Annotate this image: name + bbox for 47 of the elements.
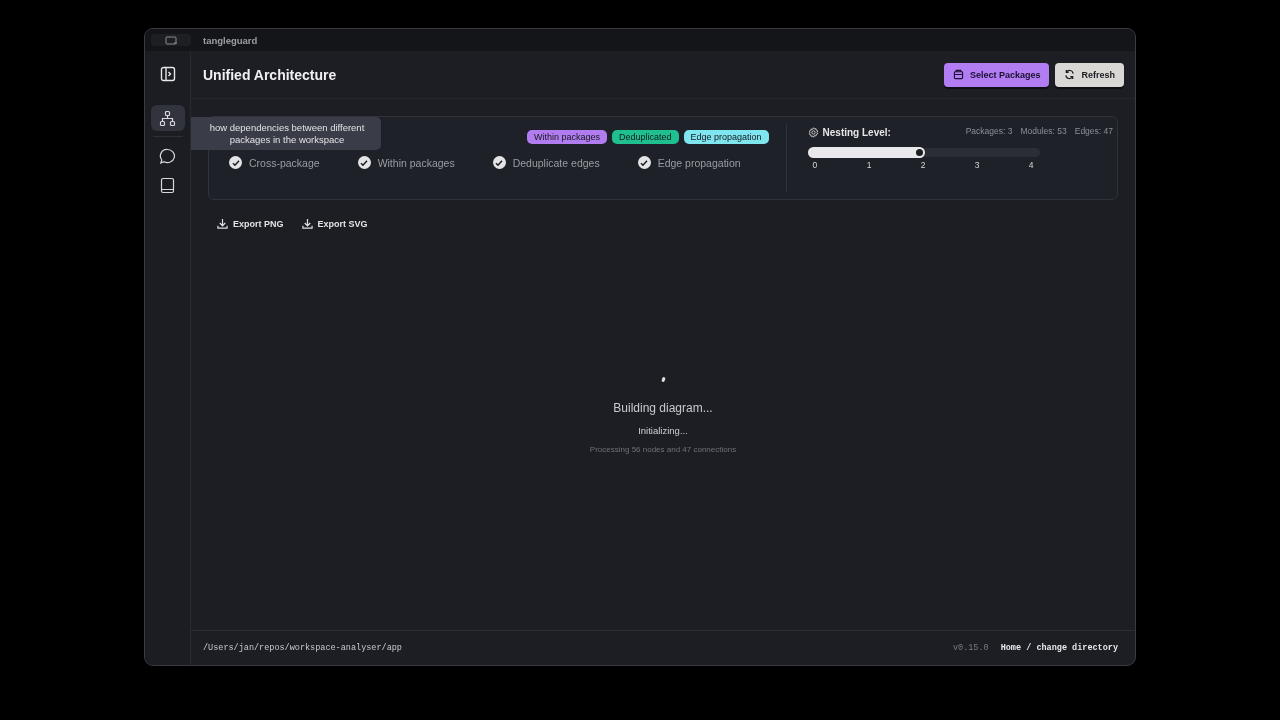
spinner-icon	[660, 376, 666, 383]
nesting-level-slider[interactable]	[807, 148, 1040, 157]
select-packages-button[interactable]: Select Packages	[943, 62, 1050, 87]
download-icon	[217, 218, 228, 229]
tick-label: 0	[812, 160, 818, 170]
stat-text: Modules: 53	[1020, 126, 1067, 136]
checkbox[interactable]	[229, 156, 242, 169]
option-label[interactable]: Within packages	[377, 156, 455, 169]
tick-label: 3	[974, 160, 980, 170]
checkbox[interactable]	[492, 156, 506, 169]
stat-text: Edges: 47	[1074, 126, 1113, 136]
package-icon	[952, 69, 964, 80]
loading-title: Building diagram...	[613, 401, 713, 415]
filter-tag: Edge propagation	[683, 130, 769, 144]
tooltip: how dependencies between different packages in the workspace	[191, 117, 381, 150]
option-label[interactable]: Cross-package	[249, 156, 320, 169]
gear-icon	[807, 127, 819, 138]
version-text: v0.15.0	[952, 643, 989, 653]
window-title: tangleguard	[203, 34, 258, 46]
tick-label: 2	[920, 160, 926, 170]
window-icon	[151, 34, 191, 46]
filter-tag: Within packages	[526, 130, 607, 144]
slider-thumb[interactable]	[913, 147, 925, 158]
refresh-icon	[1064, 69, 1076, 80]
refresh-button[interactable]: Refresh	[1055, 62, 1124, 87]
tick-label: 4	[1028, 160, 1034, 170]
sidebar-toggle-icon	[159, 66, 176, 82]
nesting-level-label: Nesting Level:	[822, 127, 891, 138]
option-label[interactable]: Edge propagation	[657, 156, 741, 169]
filter-tag: Deduplicated	[611, 130, 679, 144]
loading-detail: Processing 56 nodes and 47 connections	[589, 445, 737, 454]
checkbox[interactable]	[357, 156, 371, 169]
stat-text: Packages: 3	[965, 126, 1013, 136]
sidebar-item[interactable]	[150, 105, 185, 131]
hierarchy-icon	[159, 109, 176, 127]
export-button[interactable]: Export SVG	[301, 216, 368, 231]
option-label[interactable]: Deduplicate edges	[512, 156, 600, 169]
download-icon	[301, 218, 313, 229]
loading-status: Initializing...	[638, 425, 688, 436]
checkbox[interactable]	[637, 156, 651, 169]
change-directory-link[interactable]: Home / change directory	[1000, 643, 1118, 653]
chat-bubble-icon	[159, 147, 176, 165]
directory-path: /Users/jan/repos/workspace-analyser/app	[203, 643, 402, 653]
tick-label: 1	[866, 160, 872, 170]
export-button[interactable]: Export PNG	[217, 216, 284, 231]
page-title: Unified Architecture	[203, 66, 337, 83]
book-icon	[160, 176, 175, 194]
